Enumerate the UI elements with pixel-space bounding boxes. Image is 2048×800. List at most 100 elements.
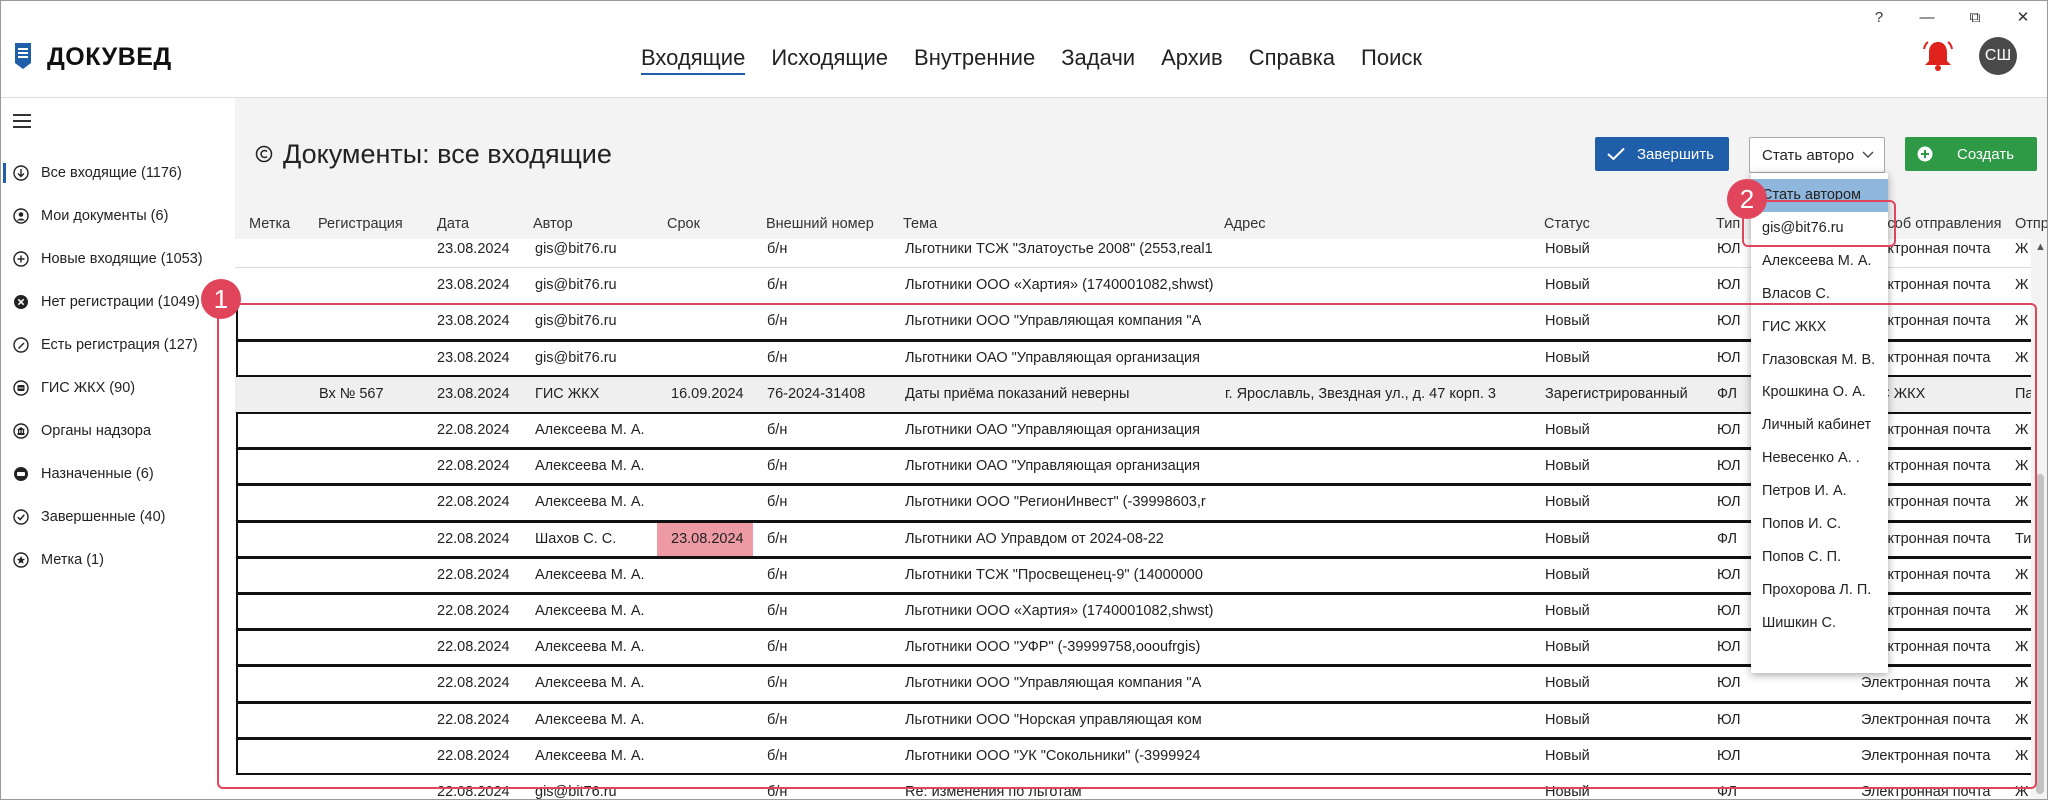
- check-circle-icon: [13, 509, 29, 525]
- cell-author: Алексеева М. А.: [535, 711, 645, 728]
- cell-subject: Льготники ООО «Хартия» (1740001082,shwst…: [905, 277, 1214, 294]
- col-registration[interactable]: Регистрация: [318, 216, 403, 232]
- cell-registration: Вх № 567: [319, 385, 384, 402]
- cell-author: Алексеева М. А.: [535, 494, 645, 511]
- nav-tasks[interactable]: Задачи: [1061, 43, 1135, 75]
- table-row[interactable]: 22.08.2024 Алексеева М. А. б/н Льготники ОО…: [235, 702, 2035, 739]
- cell-author: gis@bit76.ru: [535, 784, 617, 800]
- sidebar-item-mark[interactable]: Метка (1): [1, 543, 234, 577]
- sidebar: Все входящие (1176) Мои документы (6) Но…: [1, 98, 234, 799]
- author-option[interactable]: Невесенко А. .: [1751, 442, 1888, 475]
- author-option[interactable]: Глазовская М. В.: [1751, 344, 1888, 377]
- building-circle-icon: [13, 423, 29, 439]
- cell-date: 22.08.2024: [437, 494, 510, 511]
- sidebar-item-my-documents[interactable]: Мои документы (6): [1, 199, 234, 233]
- author-option[interactable]: Власов С.: [1751, 278, 1888, 311]
- sidebar-item-all-incoming[interactable]: Все входящие (1176): [1, 156, 234, 190]
- cell-author: gis@bit76.ru: [535, 313, 617, 330]
- col-author[interactable]: Автор: [533, 216, 573, 232]
- close-button[interactable]: ✕: [2001, 7, 2045, 29]
- cell-status: Новый: [1545, 422, 1590, 438]
- sidebar-item-assigned[interactable]: Назначенные (6): [1, 457, 234, 491]
- cell-status: Новый: [1545, 603, 1590, 619]
- cell-status: Новый: [1545, 349, 1590, 366]
- sidebar-item-label: Есть регистрация (127): [41, 337, 198, 353]
- cell-status: Зарегистрированный: [1545, 385, 1688, 402]
- cell-date: 22.08.2024: [437, 566, 510, 583]
- nav-incoming[interactable]: Входящие: [641, 43, 746, 75]
- table-row[interactable]: 22.08.2024 Алексеева М. А. б/н Льготники ОО…: [235, 738, 2035, 775]
- nav-help[interactable]: Справка: [1249, 43, 1335, 75]
- cell-author: Алексеева М. А.: [535, 747, 645, 764]
- sidebar-item-no-registration[interactable]: Нет регистрации (1049): [1, 285, 234, 319]
- col-deadline[interactable]: Срок: [667, 216, 700, 232]
- author-option[interactable]: Попов И. С.: [1751, 508, 1888, 541]
- scrollbar-thumb[interactable]: [2036, 474, 2044, 794]
- cell-status: Новый: [1545, 277, 1590, 294]
- cell-type: ФЛ: [1717, 784, 1738, 800]
- col-external-number[interactable]: Внешний номер: [766, 216, 874, 232]
- nav-search[interactable]: Поиск: [1361, 43, 1422, 75]
- sidebar-item-label: Мои документы (6): [41, 208, 169, 224]
- cell-date: 22.08.2024: [437, 639, 510, 656]
- sidebar-item-label: Все входящие (1176): [41, 165, 182, 181]
- cell-external-number: б/н: [767, 675, 788, 692]
- plus-circle-icon: [13, 251, 29, 267]
- avatar[interactable]: СШ: [1979, 37, 2017, 75]
- author-option[interactable]: ГИС ЖКХ: [1751, 311, 1888, 344]
- author-option[interactable]: Алексеева М. А.: [1751, 245, 1888, 278]
- author-option[interactable]: Крошкина О. А.: [1751, 376, 1888, 409]
- cell-subject: Льготники ОАО "Управляющая организация: [905, 458, 1200, 475]
- restore-button[interactable]: ⧉: [1953, 7, 1997, 29]
- sidebar-item-has-registration[interactable]: Есть регистрация (127): [1, 328, 234, 362]
- minimize-button[interactable]: —: [1905, 7, 1949, 29]
- col-type[interactable]: Тип: [1716, 216, 1740, 232]
- cell-date: 22.08.2024: [437, 603, 510, 619]
- col-status[interactable]: Статус: [1544, 216, 1590, 232]
- help-button[interactable]: ?: [1857, 7, 1901, 29]
- nav-internal[interactable]: Внутренние: [914, 43, 1035, 75]
- hamburger-icon[interactable]: [13, 114, 33, 128]
- main-nav: Входящие Исходящие Внутренние Задачи Арх…: [641, 43, 1448, 75]
- author-option[interactable]: Личный кабинет: [1751, 409, 1888, 442]
- sidebar-item-label: Нет регистрации (1049): [41, 294, 200, 310]
- sidebar-item-supervisory[interactable]: Органы надзора: [1, 414, 234, 448]
- col-sender[interactable]: Отпр: [2015, 216, 2047, 232]
- table-scrollbar[interactable]: ▲: [2031, 239, 2047, 799]
- author-option[interactable]: Прохорова Л. П.: [1751, 574, 1888, 607]
- author-option[interactable]: gis@bit76.ru: [1751, 212, 1888, 245]
- author-option[interactable]: Попов С. П.: [1751, 541, 1888, 574]
- author-option[interactable]: Шишкин С.: [1751, 607, 1888, 640]
- cell-external-number: б/н: [767, 747, 788, 764]
- cell-date: 23.08.2024: [437, 277, 510, 294]
- plus-circle-icon: [1917, 146, 1933, 162]
- incoming-docs-icon: [255, 145, 273, 163]
- col-mark[interactable]: Метка: [249, 216, 290, 232]
- cell-external-number: б/н: [767, 494, 788, 511]
- sidebar-item-new-incoming[interactable]: Новые входящие (1053): [1, 242, 234, 276]
- cell-author: gis@bit76.ru: [535, 241, 617, 257]
- cell-author: Алексеева М. А.: [535, 675, 645, 692]
- assign-circle-icon: [14, 467, 28, 481]
- cell-status: Новый: [1545, 530, 1590, 547]
- sidebar-item-label: Метка (1): [41, 552, 104, 568]
- cell-external-number: б/н: [767, 313, 788, 330]
- bell-icon[interactable]: [1921, 39, 1955, 73]
- create-button[interactable]: Создать: [1905, 137, 2037, 171]
- author-select[interactable]: Стать автором: [1749, 137, 1885, 173]
- author-option[interactable]: Петров И. А.: [1751, 475, 1888, 508]
- cell-send-method: Электронная почта: [1861, 784, 1991, 800]
- author-option[interactable]: Стать автором: [1751, 179, 1888, 212]
- nav-archive[interactable]: Архив: [1161, 43, 1223, 75]
- col-date[interactable]: Дата: [437, 216, 469, 232]
- col-address[interactable]: Адрес: [1224, 216, 1266, 232]
- cell-subject: Льготники ООО «Хартия» (1740001082,shwst…: [905, 603, 1214, 619]
- nav-outgoing[interactable]: Исходящие: [771, 43, 888, 75]
- sidebar-item-gis-zhkh[interactable]: ГИС ЖКХ (90): [1, 371, 234, 405]
- finish-button[interactable]: Завершить: [1595, 137, 1729, 171]
- table-row[interactable]: 22.08.2024 gis@bit76.ru б/н Re: изменения п…: [235, 774, 2035, 800]
- col-subject[interactable]: Тема: [903, 216, 937, 232]
- cell-author: Алексеева М. А.: [535, 566, 645, 583]
- scroll-up-icon[interactable]: ▲: [2035, 241, 2046, 253]
- sidebar-item-completed[interactable]: Завершенные (40): [1, 500, 234, 534]
